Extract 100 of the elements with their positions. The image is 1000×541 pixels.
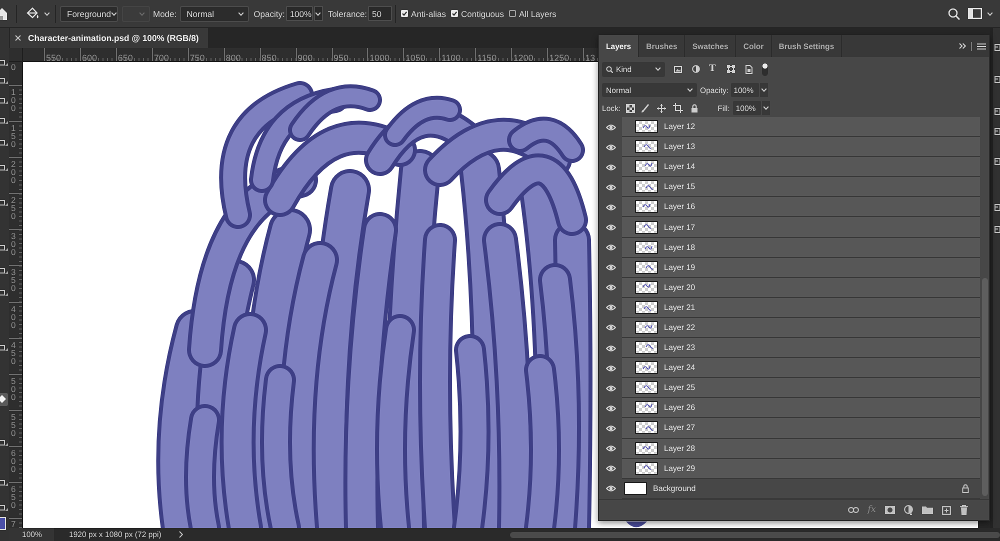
panel-icon[interactable]: [994, 128, 1000, 135]
tool-icon[interactable]: [0, 290, 9, 296]
eye-icon[interactable]: [606, 244, 616, 252]
move-icon[interactable]: [656, 104, 666, 112]
layer-row[interactable]: Layer 27: [622, 418, 980, 438]
layer-row[interactable]: Background: [622, 478, 980, 499]
tool-icon[interactable]: [0, 98, 9, 104]
eye-icon[interactable]: [606, 124, 616, 131]
lock-icon[interactable]: [690, 104, 698, 112]
checkbox[interactable]: [509, 10, 516, 17]
fill-stepper-button[interactable]: [762, 101, 770, 115]
document-tab[interactable]: Character-animation.psd @ 100% (RGB/8): [10, 28, 208, 48]
new-layer-icon[interactable]: [942, 506, 951, 514]
folder-icon[interactable]: [922, 506, 933, 514]
layer-row[interactable]: Layer 19: [622, 258, 980, 278]
layer-row[interactable]: Layer 15: [622, 177, 980, 198]
fill-source-dropdown[interactable]: Foreground: [60, 6, 118, 22]
tool-icon[interactable]: [0, 345, 9, 351]
layer-row[interactable]: Layer 12: [622, 117, 980, 138]
layer-row[interactable]: Layer 16: [622, 197, 980, 218]
brush-icon[interactable]: [640, 104, 649, 112]
eye-icon[interactable]: [606, 184, 616, 191]
trash-icon[interactable]: [960, 505, 968, 515]
eye-icon[interactable]: [606, 204, 616, 211]
eye-icon[interactable]: [606, 224, 616, 232]
search-icon[interactable]: [948, 8, 960, 20]
tool-icon[interactable]: [0, 440, 9, 446]
panel-icon[interactable]: [994, 226, 1000, 233]
opacity-field[interactable]: 100%: [286, 6, 313, 21]
checkbox-label[interactable]: All Layers: [519, 8, 556, 18]
tool-icon[interactable]: [0, 268, 9, 274]
layer-row[interactable]: Layer 23: [622, 338, 980, 358]
eye-icon[interactable]: [606, 364, 616, 372]
tool-icon[interactable]: [0, 245, 9, 251]
smart-object-filter-icon[interactable]: [744, 64, 753, 74]
eye-icon[interactable]: [606, 404, 616, 412]
tool-icon[interactable]: [0, 118, 9, 124]
layer-row[interactable]: Layer 14: [622, 157, 980, 178]
mask-icon[interactable]: [885, 506, 895, 514]
artboard-icon[interactable]: [672, 103, 683, 113]
panel-icon[interactable]: [994, 158, 1000, 165]
eye-icon[interactable]: [606, 284, 616, 292]
scrollbar-thumb[interactable]: [982, 278, 988, 496]
checkbox[interactable]: [401, 10, 408, 17]
layer-row[interactable]: Layer 25: [622, 378, 980, 398]
eye-icon[interactable]: [606, 384, 616, 392]
eye-icon[interactable]: [606, 164, 616, 171]
mode-dropdown[interactable]: Normal: [180, 6, 249, 22]
layer-row[interactable]: Layer 21: [622, 298, 980, 318]
layer-row[interactable]: Layer 17: [622, 217, 980, 238]
chevron-icon[interactable]: [179, 531, 184, 538]
eye-icon[interactable]: [606, 304, 616, 312]
layer-row[interactable]: Layer 29: [622, 458, 980, 479]
transparency-lock-icon[interactable]: [626, 104, 635, 112]
workspace-icon[interactable]: [968, 8, 982, 19]
layer-row[interactable]: Layer 18: [622, 238, 980, 258]
link-icon[interactable]: [848, 507, 859, 513]
opacity-stepper-button[interactable]: [314, 6, 323, 21]
double-chevron-icon[interactable]: [959, 43, 966, 49]
layer-row[interactable]: Layer 24: [622, 358, 980, 378]
adjustment-icon[interactable]: [904, 505, 913, 515]
eye-icon[interactable]: [606, 424, 616, 432]
tool-icon[interactable]: [0, 165, 9, 171]
tool-icon[interactable]: [0, 505, 9, 511]
eye-icon[interactable]: [606, 445, 616, 452]
adjustment-filter-icon[interactable]: [692, 65, 700, 73]
layer-row[interactable]: Layer 28: [622, 438, 980, 459]
eye-icon[interactable]: [606, 485, 616, 492]
panel-icon[interactable]: [994, 108, 1000, 115]
eye-icon[interactable]: [606, 344, 616, 352]
layer-row[interactable]: Layer 22: [622, 318, 980, 338]
checkbox[interactable]: [451, 10, 458, 17]
tool-preset-button[interactable]: [25, 6, 50, 20]
tool-icon[interactable]: [0, 480, 9, 486]
tool-icon[interactable]: [0, 200, 9, 206]
layer-row[interactable]: Layer 13: [622, 137, 980, 158]
scrollbar-thumb[interactable]: [510, 532, 1000, 538]
tool-icon[interactable]: [0, 140, 9, 146]
panel-icon[interactable]: [994, 44, 1000, 51]
opacity-stepper-button[interactable]: [760, 83, 768, 97]
tool-icon[interactable]: [0, 60, 9, 66]
panel-icon[interactable]: [994, 204, 1000, 211]
checkbox-label[interactable]: Contiguous: [461, 8, 504, 18]
tool-icon[interactable]: [0, 393, 9, 406]
eye-icon[interactable]: [606, 264, 616, 272]
type-filter-button[interactable]: T: [709, 64, 716, 74]
tolerance-field[interactable]: 50: [368, 6, 392, 21]
caret-icon[interactable]: [987, 12, 993, 16]
close-icon[interactable]: [15, 35, 21, 41]
eye-icon[interactable]: [606, 144, 616, 151]
image-filter-icon[interactable]: [674, 66, 682, 72]
tool-icon[interactable]: [0, 78, 9, 84]
shape-filter-icon[interactable]: [726, 65, 735, 73]
filter-toggle[interactable]: [762, 62, 768, 76]
layer-row[interactable]: Layer 26: [622, 398, 980, 418]
home-icon[interactable]: [0, 8, 7, 20]
eye-icon[interactable]: [606, 324, 616, 332]
checkbox-label[interactable]: Anti-alias: [411, 8, 446, 18]
panel-icon[interactable]: [994, 76, 1000, 83]
foreground-color-swatch[interactable]: [0, 517, 6, 530]
